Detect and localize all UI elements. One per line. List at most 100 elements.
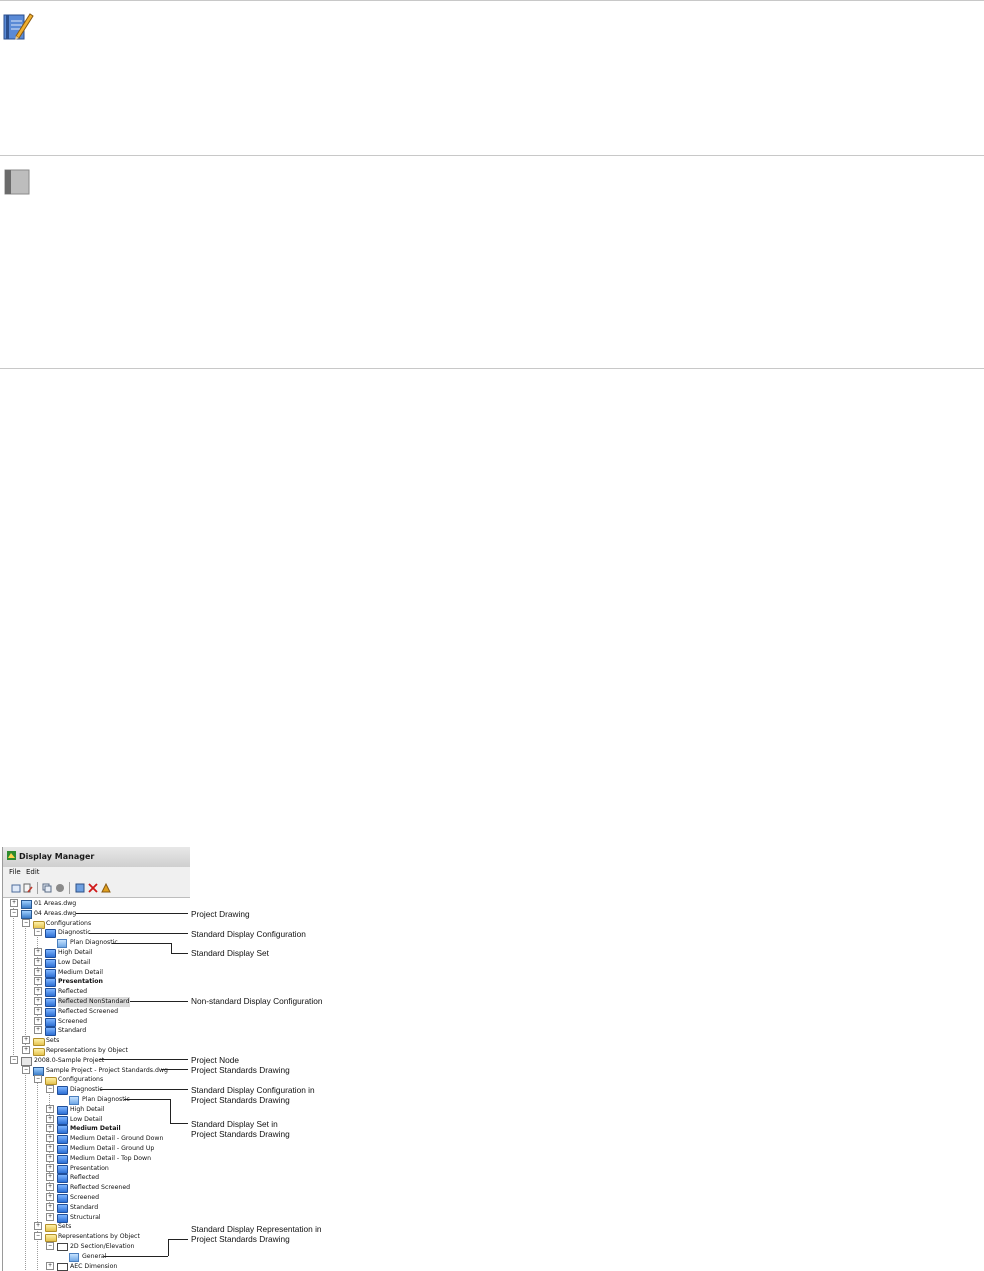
refresh-icon[interactable] [75,883,85,893]
tree-guide [25,1066,26,1271]
collapse-icon[interactable]: − [10,909,18,917]
collapse-icon[interactable]: − [46,1242,54,1250]
collapse-icon[interactable]: − [22,1065,30,1074]
callout-std-rep-psd-line1: Standard Display Representation in [191,1224,322,1234]
leader-line [168,1239,169,1256]
display-configuration-icon [57,1086,68,1096]
drawing-icon [21,900,32,909]
tree-node-label: Sets [46,1037,60,1045]
tree-node-label: Reflected [58,988,88,996]
display-configuration-icon [57,1145,68,1154]
display-configuration-icon [57,1135,68,1145]
tree-node-label: Diagnostic [70,1086,103,1094]
tree-node-label: Screened [58,1017,88,1025]
drawing-icon [33,1066,44,1076]
collapse-icon[interactable]: − [34,928,42,937]
tree-node-label: Configurations [58,1076,104,1084]
section-elevation-icon [57,1243,68,1251]
display-configuration-icon [45,968,56,978]
callout-nonstd-display-config: Non-standard Display Configuration [191,996,323,1006]
leader-line [170,1099,171,1123]
expand-icon[interactable]: + [34,957,42,966]
expand-icon[interactable]: + [46,1163,54,1172]
expand-icon[interactable]: + [34,997,42,1005]
tree-guide [13,906,14,1061]
expand-icon[interactable]: + [46,1183,54,1192]
paste-icon[interactable] [55,883,65,893]
delete-icon[interactable] [88,883,98,893]
expand-icon[interactable]: + [46,1193,54,1201]
tree-node-label: AEC Dimension [70,1262,118,1270]
collapse-icon[interactable]: − [22,918,30,927]
display-tree: +01 Areas.dwg −04 Areas.dwg − Configurati… [3,898,190,1271]
expand-icon[interactable]: + [46,1124,54,1133]
leader-line [100,1089,188,1090]
leader-line [99,1059,188,1060]
toolbar-separator [37,882,38,894]
display-configuration-icon [57,1125,68,1135]
expand-icon[interactable]: + [46,1202,54,1211]
copy-icon[interactable] [42,883,52,893]
import-icon[interactable] [23,883,33,893]
collapse-icon[interactable]: − [34,1075,42,1084]
callout-std-display-config: Standard Display Configuration [191,929,306,939]
leader-line [130,1001,188,1002]
display-configuration-icon [57,1174,68,1184]
folder-icon [45,1234,57,1243]
expand-icon[interactable]: + [22,1036,30,1045]
expand-icon[interactable]: + [34,967,42,976]
expand-icon[interactable]: + [46,1153,54,1162]
title-bar: Display Manager [3,847,190,868]
collapse-icon[interactable]: − [34,1232,42,1241]
folder-icon [33,1038,45,1047]
gray-block-icon [2,167,32,201]
expand-icon[interactable]: + [46,1144,54,1152]
display-configuration-icon [57,1203,68,1213]
tree-node-label: 2008.0-Sample Project [34,1056,105,1064]
section-divider-2 [0,368,984,369]
tree-node-label: Medium Detail - Ground Up [70,1145,155,1152]
expand-icon[interactable]: + [34,1016,42,1025]
expand-icon[interactable]: + [46,1261,54,1270]
expand-icon[interactable]: + [46,1173,54,1182]
callout-std-set-psd-line2: Project Standards Drawing [191,1129,290,1139]
display-configuration-icon [45,978,56,988]
callout-std-rep-psd-line2: Project Standards Drawing [191,1234,290,1244]
purge-icon[interactable] [101,883,111,893]
folder-icon [45,1224,57,1233]
expand-icon[interactable]: + [46,1104,54,1113]
new-icon[interactable] [11,883,21,893]
expand-icon[interactable]: + [22,1046,30,1054]
display-configuration-icon [57,1184,68,1194]
callout-std-config-psd-line2: Project Standards Drawing [191,1095,290,1105]
expand-icon[interactable]: + [46,1114,54,1123]
tree-node-label: Medium Detail [70,1125,121,1133]
expand-icon[interactable]: + [34,987,42,996]
collapse-icon[interactable]: − [10,1055,18,1064]
collapse-icon[interactable]: − [46,1085,54,1094]
tree-node-label: 04 Areas.dwg [34,910,77,917]
expand-icon[interactable]: + [34,948,42,956]
folder-icon [33,920,45,929]
tree-node-label: Medium Detail - Ground Down [70,1135,164,1143]
display-configuration-icon [45,1027,56,1037]
expand-icon[interactable]: + [46,1134,54,1143]
expand-icon[interactable]: + [34,1222,42,1231]
folder-icon [45,1077,57,1086]
expand-icon[interactable]: + [34,977,42,986]
tree-node-label: Plan Diagnostic [82,1096,130,1103]
toolbar-separator [69,882,70,894]
menu-edit[interactable]: Edit [26,868,40,876]
leader-line [168,1239,188,1240]
tree-node-label: Presentation [70,1164,109,1172]
tree-node-label: Screened [70,1194,100,1201]
tree-node-label: Reflected Screened [70,1184,131,1192]
expand-icon[interactable]: + [46,1212,54,1221]
expand-icon[interactable]: + [10,899,18,907]
display-configuration-icon [57,1115,68,1125]
menu-file[interactable]: File [9,868,21,876]
leader-line [124,1099,170,1100]
expand-icon[interactable]: + [34,1006,42,1015]
display-set-icon [57,939,67,949]
expand-icon[interactable]: + [34,1026,42,1035]
